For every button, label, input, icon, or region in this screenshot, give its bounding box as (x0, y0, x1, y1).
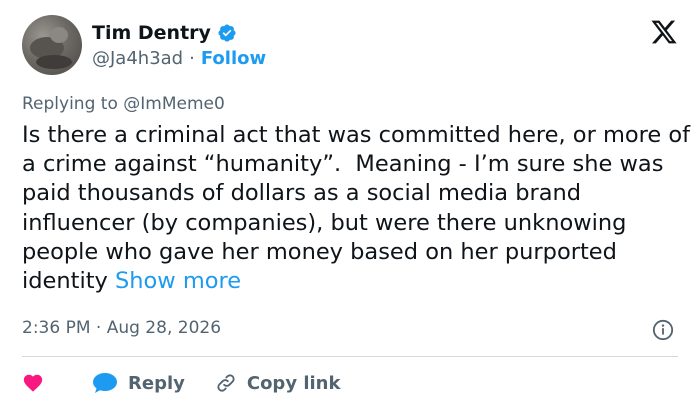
tweet-text: Is there a criminal act that was committ… (22, 121, 692, 296)
author-name-row: Tim Dentry (92, 22, 237, 44)
verified-badge-icon (218, 24, 236, 42)
author-display-name[interactable]: Tim Dentry (92, 22, 211, 44)
reply-bubble-icon (93, 373, 117, 393)
x-logo-icon[interactable] (650, 18, 678, 46)
author-handle-row: @Ja4h3ad · Follow (92, 48, 266, 69)
show-more-link[interactable]: Show more (115, 268, 241, 294)
copy-link-label: Copy link (246, 372, 341, 394)
copy-link-button[interactable]: Copy link (215, 372, 341, 394)
reply-button[interactable]: Reply (92, 372, 185, 394)
link-icon (217, 374, 235, 392)
tweet-timestamp[interactable]: 2:36 PM · Aug 28, 2026 (22, 318, 221, 338)
like-button[interactable] (22, 372, 44, 394)
reply-label: Reply (128, 372, 185, 394)
follow-button[interactable]: Follow (201, 48, 266, 69)
action-bar: Reply Copy link (22, 370, 340, 396)
info-icon[interactable] (652, 319, 674, 341)
replying-to[interactable]: Replying to @ImMeme0 (22, 94, 225, 114)
handle-separator: · (189, 48, 195, 69)
author-handle[interactable]: @Ja4h3ad (92, 48, 183, 69)
divider (22, 356, 678, 357)
heart-icon (23, 374, 43, 392)
avatar[interactable] (22, 15, 82, 75)
